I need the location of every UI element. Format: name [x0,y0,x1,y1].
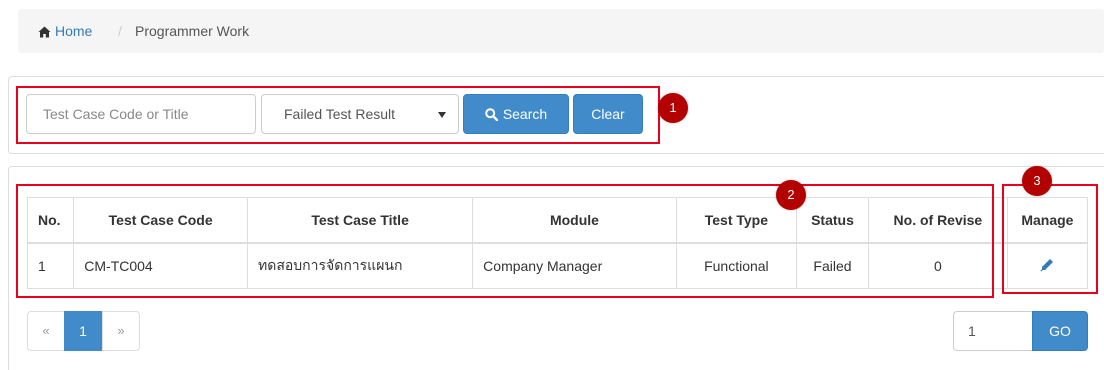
breadcrumb-home-link[interactable]: Home [38,22,92,40]
home-icon [38,26,51,38]
annotation-box-table [16,184,994,298]
breadcrumb-separator: / [118,23,122,39]
annotation-marker-2: 2 [776,180,806,210]
annotation-marker-1: 1 [658,93,688,123]
pagination-prev[interactable]: « [27,311,65,351]
breadcrumb-current: Programmer Work [135,23,250,39]
breadcrumb: Home / Programmer Work [18,9,1104,53]
go-button[interactable]: GO [1032,311,1088,351]
breadcrumb-home-label[interactable]: Home [55,23,92,39]
page-number-input[interactable] [953,311,1033,351]
pagination-next[interactable]: » [102,311,140,351]
pagination-page-1[interactable]: 1 [64,311,102,351]
annotation-marker-3: 3 [1022,166,1052,196]
annotation-box-search [16,86,660,144]
annotation-box-manage [1002,184,1098,294]
